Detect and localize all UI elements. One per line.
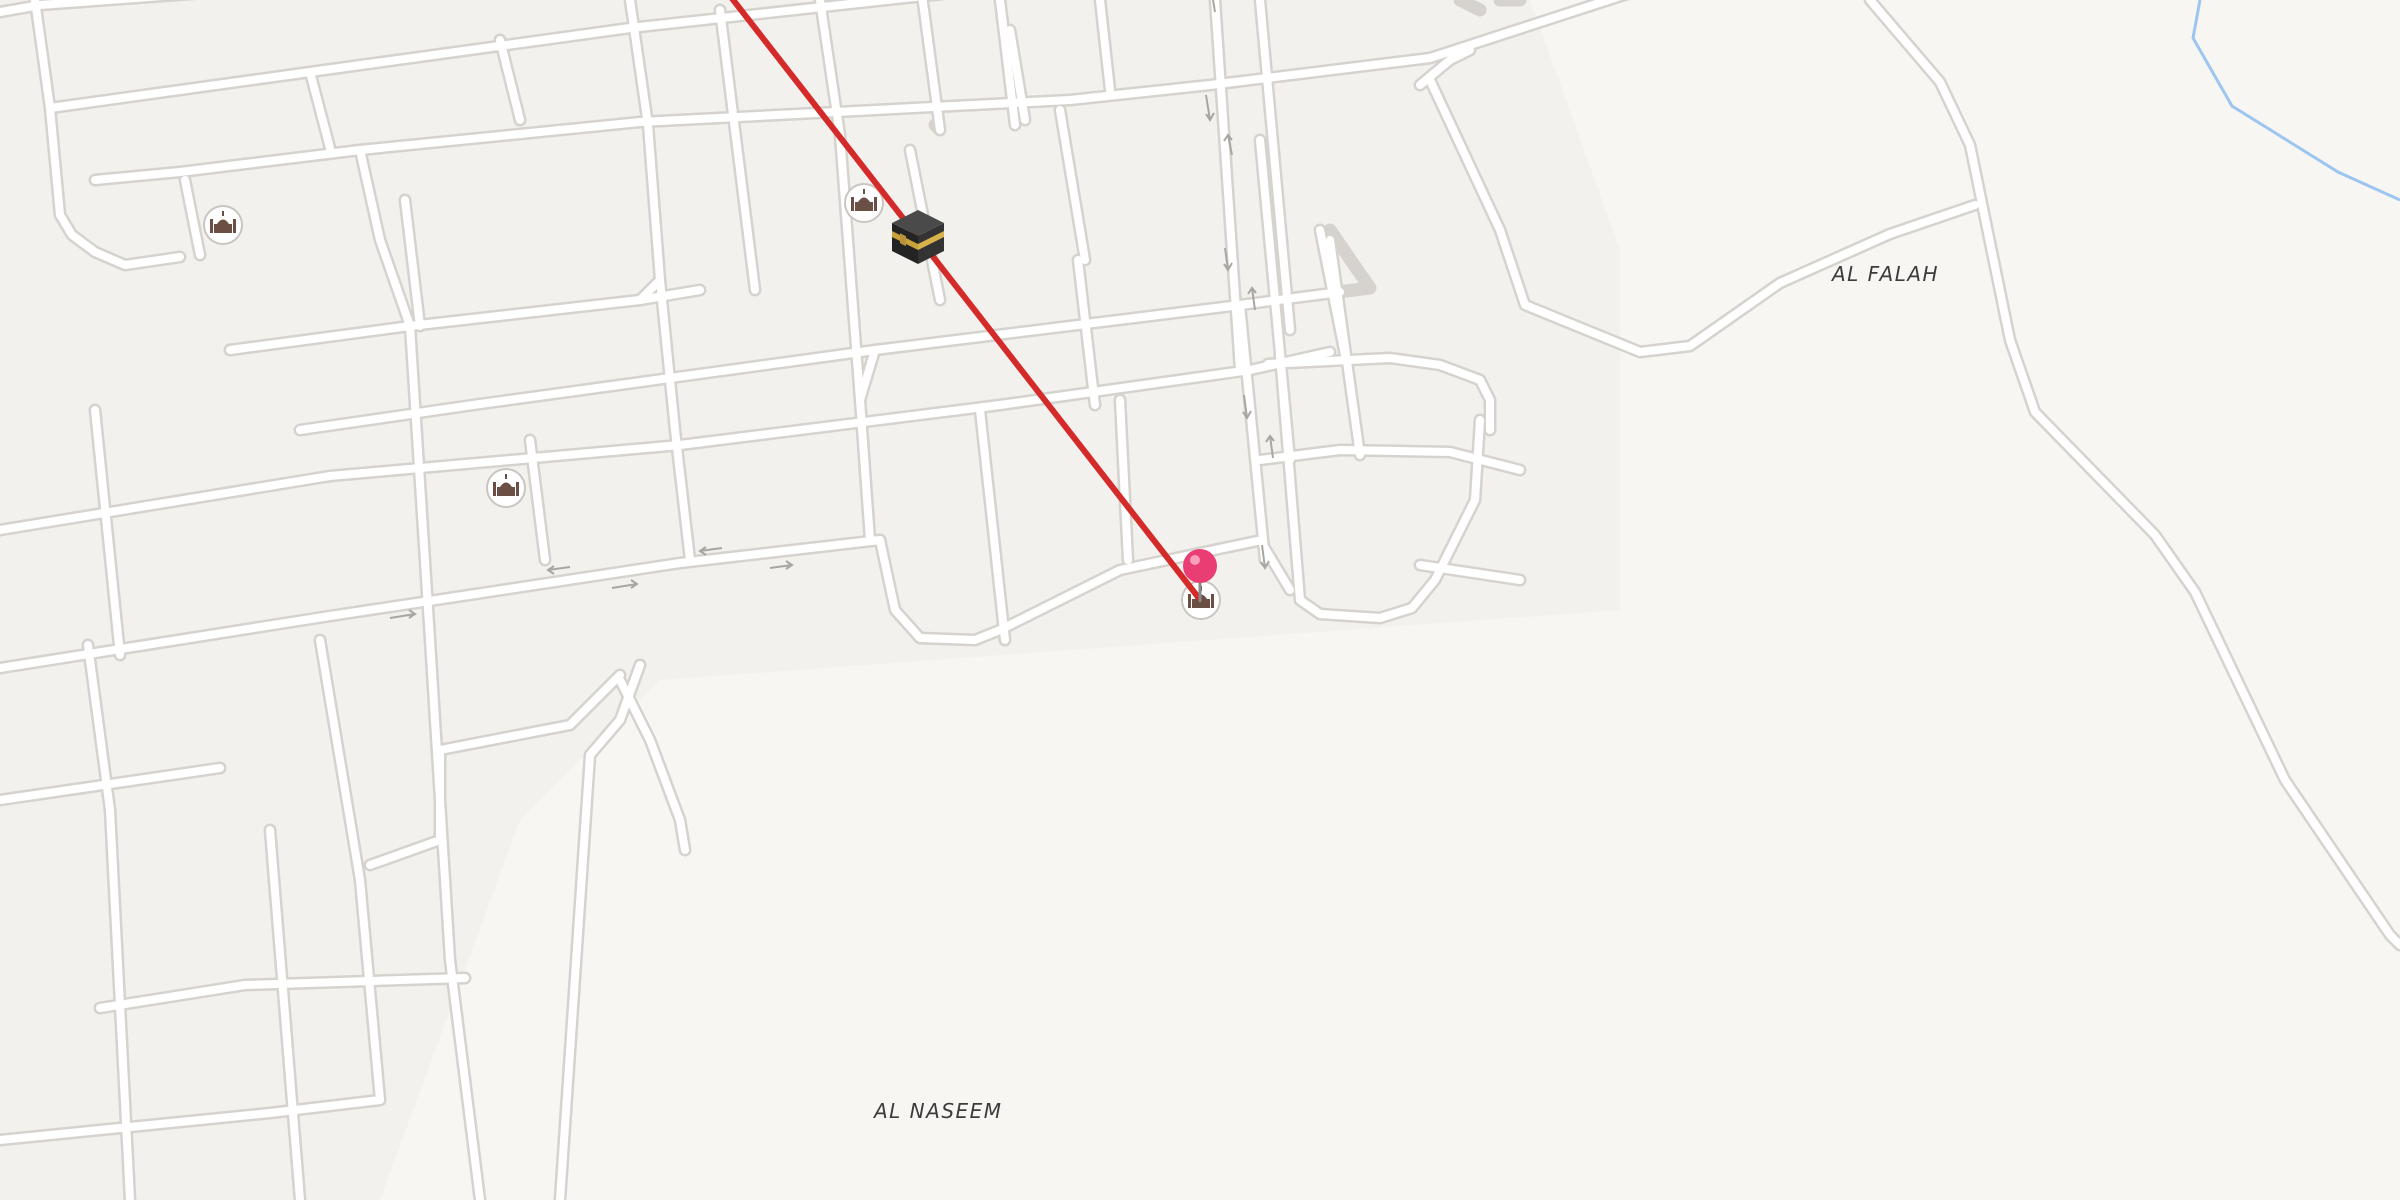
mosque-icon[interactable] xyxy=(203,205,243,245)
stream xyxy=(2191,0,2400,202)
urban-area xyxy=(0,0,1620,1200)
district-label-al-naseem: AL NASEEM xyxy=(872,1099,1003,1123)
map-canvas[interactable]: AL FALAH AL NASEEM xyxy=(0,0,2400,1200)
district-label-al-falah: AL FALAH xyxy=(1830,262,1939,286)
mosque-icon[interactable] xyxy=(486,468,526,508)
